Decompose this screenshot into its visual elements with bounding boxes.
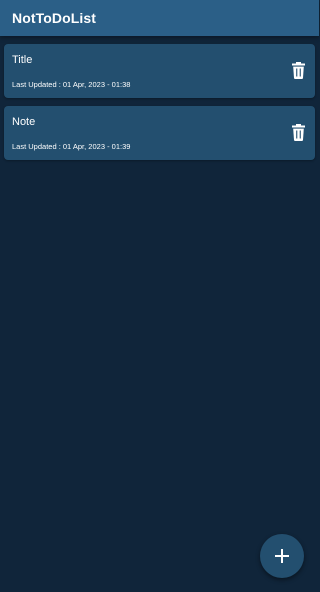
note-title: Note — [12, 116, 36, 128]
trash-icon — [292, 124, 305, 141]
note-title: Title — [12, 54, 33, 66]
app-bar: NotToDoList — [0, 0, 319, 36]
note-last-updated: Last Updated : 01 Apr, 2023 - 01:38 — [12, 80, 131, 89]
trash-icon — [292, 62, 305, 79]
add-note-button[interactable] — [260, 534, 304, 578]
app-screen: NotToDoList Title Last Updated : 01 Apr,… — [0, 0, 319, 592]
note-card[interactable]: Title Last Updated : 01 Apr, 2023 - 01:3… — [4, 44, 315, 98]
note-card[interactable]: Note Last Updated : 01 Apr, 2023 - 01:39 — [4, 106, 315, 160]
note-last-updated: Last Updated : 01 Apr, 2023 - 01:39 — [12, 142, 131, 151]
plus-icon — [275, 549, 289, 563]
delete-note-button[interactable] — [292, 62, 305, 79]
note-list: Title Last Updated : 01 Apr, 2023 - 01:3… — [0, 36, 319, 160]
app-title: NotToDoList — [12, 10, 97, 26]
delete-note-button[interactable] — [292, 124, 305, 141]
